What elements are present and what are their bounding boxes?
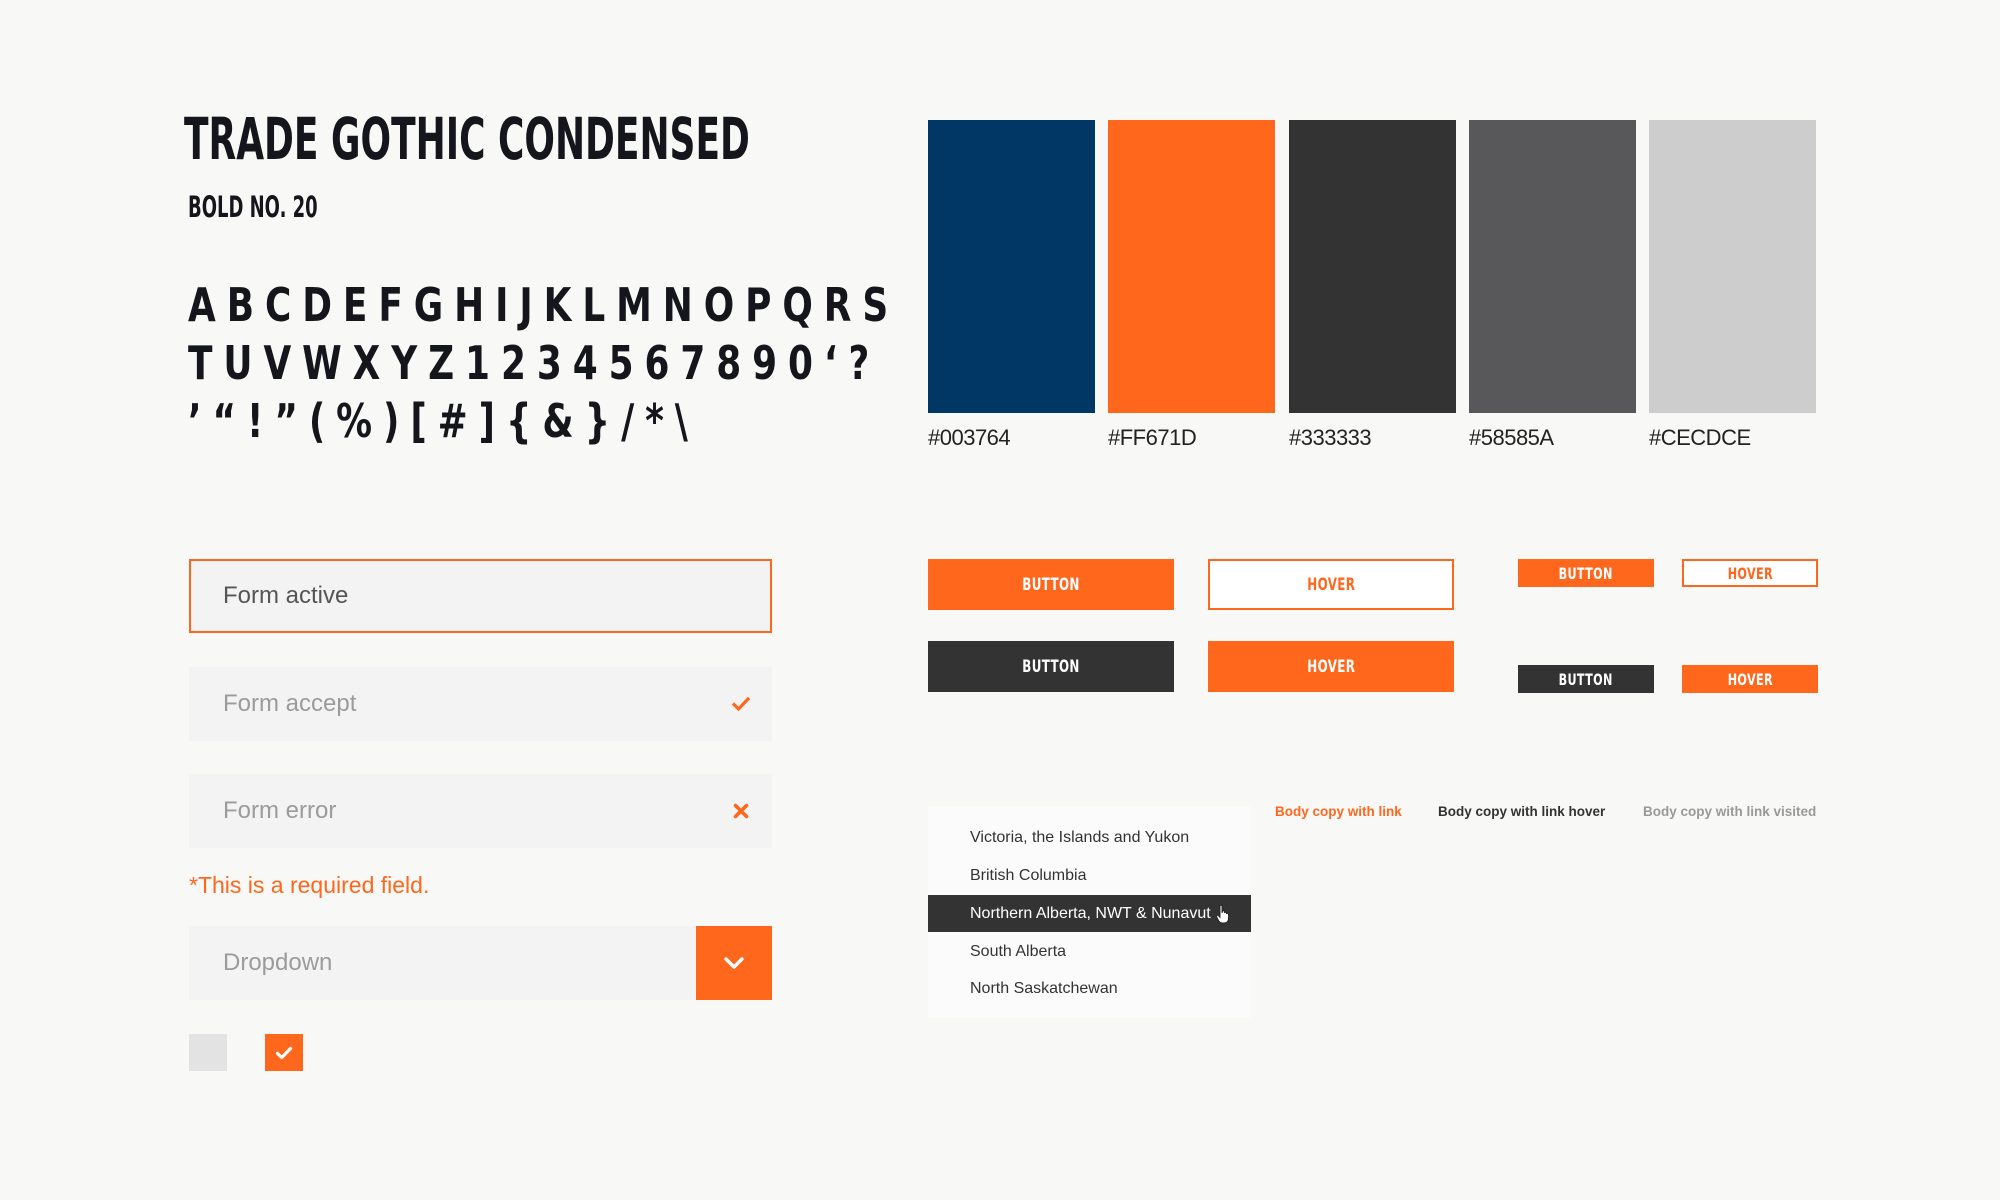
- small-primary-button-hover[interactable]: HOVER: [1682, 559, 1818, 587]
- region-option-selected[interactable]: Northern Alberta, NWT & Nunavut: [928, 895, 1251, 932]
- region-option-label: Victoria, the Islands and Yukon: [970, 828, 1190, 846]
- color-swatch-orange: [1108, 120, 1275, 413]
- button-label: BUTTON: [1022, 574, 1080, 595]
- dropdown-select[interactable]: Dropdown: [189, 926, 772, 1000]
- region-option-label: North Saskatchewan: [970, 979, 1118, 997]
- region-option-label: Northern Alberta, NWT & Nunavut: [970, 904, 1211, 922]
- required-field-error-message: *This is a required field.: [189, 872, 430, 898]
- dropdown-toggle-button[interactable]: [696, 926, 772, 1000]
- checkbox-checked[interactable]: [265, 1034, 303, 1071]
- body-link[interactable]: Body copy with link: [1275, 804, 1402, 819]
- form-accept-placeholder: Form accept: [223, 690, 357, 717]
- button-label: BUTTON: [1558, 563, 1614, 583]
- swatch-hex-label: #58585A: [1469, 425, 1554, 450]
- color-swatch-dark-gray: [1289, 120, 1456, 413]
- form-active-value: Form active: [223, 582, 349, 609]
- color-swatch-navy: [928, 120, 1095, 413]
- primary-button-hover[interactable]: HOVER: [1208, 559, 1454, 610]
- region-option[interactable]: North Saskatchewan: [928, 970, 1251, 1007]
- region-dropdown-list: Victoria, the Islands and Yukon British …: [928, 806, 1251, 1018]
- glyph-row: TUVWXYZ1234567890‘?: [188, 336, 881, 390]
- form-error-placeholder: Form error: [223, 797, 337, 824]
- small-primary-button[interactable]: BUTTON: [1518, 559, 1654, 587]
- form-error-input[interactable]: Form error: [189, 774, 772, 848]
- button-label: BUTTON: [1022, 656, 1080, 677]
- secondary-button[interactable]: BUTTON: [928, 641, 1174, 692]
- button-label: HOVER: [1306, 574, 1356, 595]
- chevron-down-icon: [724, 957, 744, 969]
- font-name-heading: TRADE GOTHIC CONDENSED: [184, 105, 750, 173]
- glyph-row: ’“!”(%)[#]{&}/*\: [188, 394, 699, 448]
- color-swatch-gray: [1469, 120, 1636, 413]
- small-secondary-button[interactable]: BUTTON: [1518, 665, 1654, 693]
- dropdown-placeholder: Dropdown: [223, 949, 333, 976]
- swatch-hex-label: #003764: [928, 425, 1011, 450]
- swatch-hex-label: #FF671D: [1108, 425, 1197, 450]
- secondary-button-hover[interactable]: HOVER: [1208, 641, 1454, 692]
- button-label: BUTTON: [1558, 669, 1614, 689]
- region-option-label: British Columbia: [970, 866, 1087, 884]
- body-link-hover[interactable]: Body copy with link hover: [1438, 804, 1605, 819]
- x-icon: [733, 803, 749, 819]
- check-icon: [275, 1046, 293, 1059]
- swatch-hex-label: #CECDCE: [1649, 425, 1751, 450]
- region-option-label: South Alberta: [970, 942, 1067, 960]
- button-label: HOVER: [1306, 656, 1356, 677]
- check-icon: [732, 696, 750, 712]
- font-weight-subheading: BOLD NO. 20: [188, 190, 318, 224]
- body-link-visited[interactable]: Body copy with link visited: [1643, 804, 1816, 819]
- region-option[interactable]: Victoria, the Islands and Yukon: [928, 819, 1251, 856]
- small-secondary-button-hover[interactable]: HOVER: [1682, 665, 1818, 693]
- region-option[interactable]: South Alberta: [928, 933, 1251, 970]
- region-option[interactable]: British Columbia: [928, 857, 1251, 894]
- button-label: HOVER: [1727, 669, 1773, 689]
- primary-button[interactable]: BUTTON: [928, 559, 1174, 610]
- color-swatch-light-gray: [1649, 120, 1816, 413]
- form-accept-input[interactable]: Form accept: [189, 667, 772, 741]
- checkbox-unchecked[interactable]: [189, 1034, 227, 1071]
- swatch-hex-label: #333333: [1289, 425, 1372, 450]
- form-active-input[interactable]: Form active: [189, 559, 772, 633]
- button-label: HOVER: [1727, 563, 1773, 583]
- hand-cursor-icon: [1215, 904, 1229, 924]
- glyph-row: ABCDEFGHIJKLMNOPQRS: [188, 278, 900, 332]
